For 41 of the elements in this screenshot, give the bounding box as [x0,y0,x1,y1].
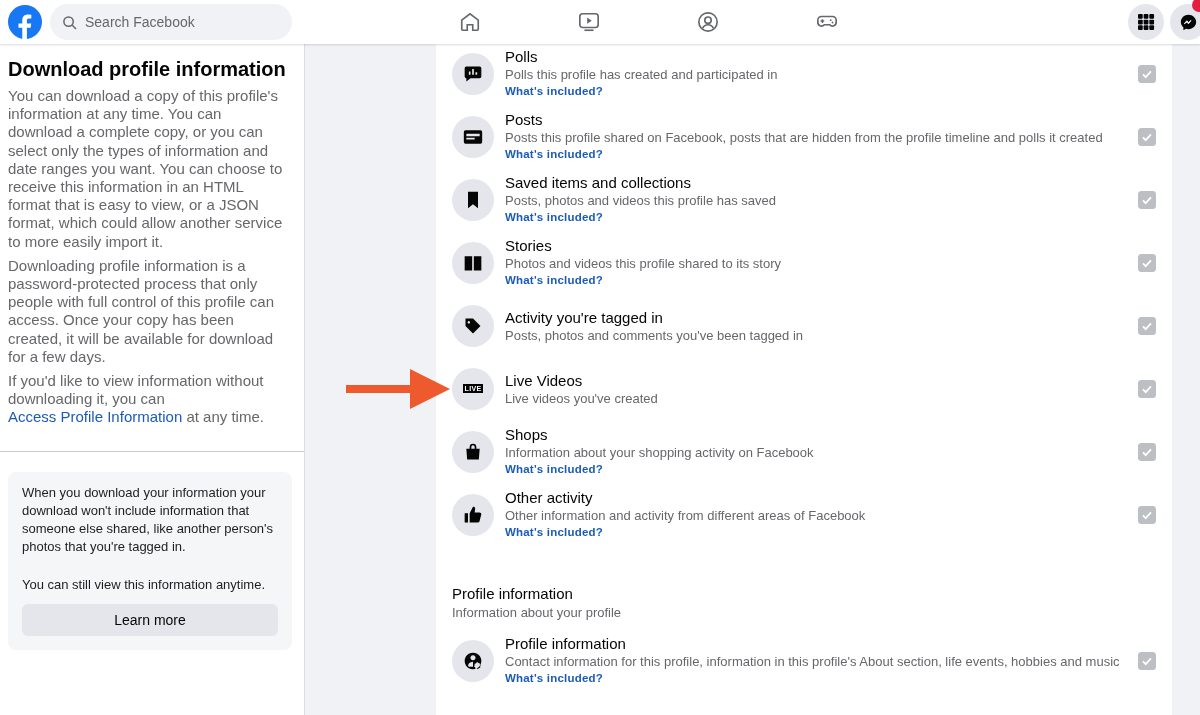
item-title: Activity you're tagged in [505,307,664,327]
description-text: You can download a copy of this profile's information at any time. You can download a complete copy, or you can select only the types of information and date ranges you want. You can choose to receive this information in an HTML format that is easy to view, or a JSON format, which could allow another service to more easily import it. [8,87,284,251]
item-title: Saved items and collections [505,173,692,192]
shopping-bag-icon [463,441,483,462]
access-profile-link[interactable]: Access Profile Information [8,408,183,426]
thumbs-up-icon [463,504,483,525]
video-icon[interactable] [577,11,600,33]
search-icon [62,15,77,30]
item-description: Other information and activity from different areas of Facebook [505,507,867,524]
section-subtitle: Information about your profile [452,604,623,621]
item-title: Profile information [505,634,627,653]
learn-more-button[interactable]: Learn more [22,603,278,636]
item-description: Live videos you've created [505,389,659,407]
item-title: Posts [505,110,544,129]
item-description: Posts, photos and comments you've been tagged in [505,326,805,344]
info-text: When you download your information your download won't include information that someone else shared, like another person's photos that you're tagged in. [22,483,275,556]
item-title: Live Videos [505,370,584,390]
description-text: Downloading profile information is a password-protected process that only people with full control of this profile can access. Once your copy has been created, it will be available for download for a few days. [8,256,275,367]
grid-icon [1137,13,1155,31]
messenger-button[interactable] [1170,4,1200,40]
item-description: Photos and videos this profile shared to its story [505,255,783,272]
item-title: Other activity [505,488,594,507]
facebook-logo[interactable] [8,5,42,39]
people-icon[interactable] [696,11,719,33]
item-description: Posts this profile shared on Facebook, posts that are hidden from the profile timeline and polls it created [505,129,1104,146]
home-icon[interactable] [458,11,481,33]
item-description: Posts, photos and videos this profile has saved [505,192,777,209]
access-note-text: If you'd like to view information without downloading it, you can Access Profile Information at any time. [8,372,265,427]
section-title: Profile information [452,584,574,604]
item-description: Information about your shopping activity on Facebook [505,444,815,461]
sidebar-title: Download profile information [8,58,287,81]
item-description: Polls this profile has created and participated in [505,66,779,83]
item-title: Shops [505,425,549,444]
messenger-icon [1179,13,1197,31]
item-description: Contact information for this profile, information in this profile's About section, life events, hobbies and music [505,653,1121,670]
menu-button[interactable] [1128,4,1164,40]
item-title: Polls [505,47,539,66]
item-title: Stories [505,236,553,255]
info-text: You can still view this information anytime. [22,575,267,594]
profile-gear-icon [463,650,483,671]
search-field[interactable]: Search Facebook [50,4,292,40]
